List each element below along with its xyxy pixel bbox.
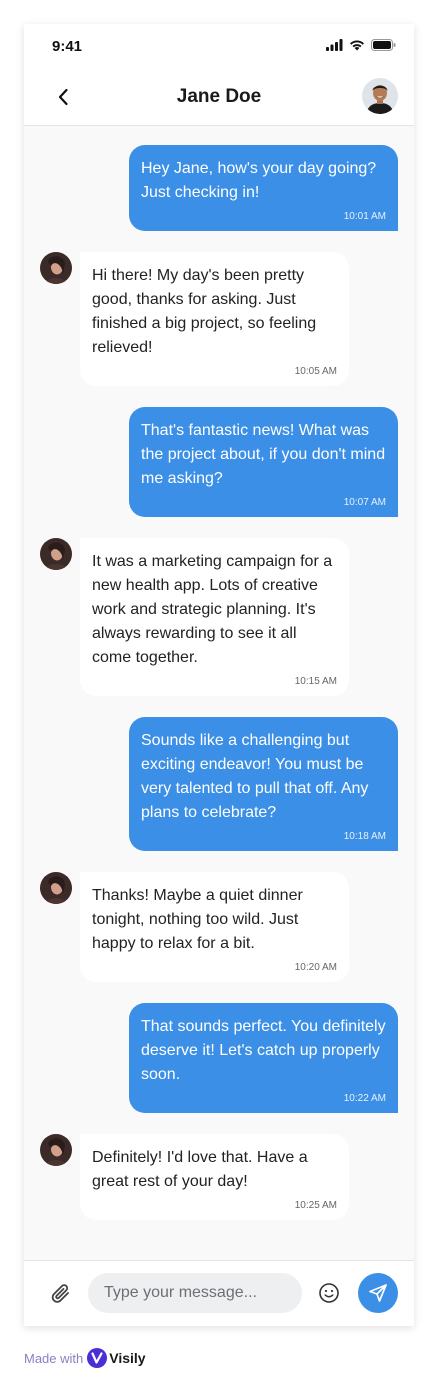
message-time: 10:20 AM: [294, 962, 337, 973]
avatar-photo: [362, 78, 398, 114]
visily-brand: Visily: [109, 1350, 146, 1366]
jane-avatar: [40, 1134, 72, 1166]
smiley-icon: [319, 1283, 339, 1303]
message-text: It was a marketing campaign for a new he…: [92, 553, 337, 666]
message-sent: That sounds perfect. You definitely dese…: [129, 1003, 398, 1113]
message-time: 10:01 AM: [343, 211, 386, 222]
wifi-icon: [350, 40, 364, 51]
paperclip-icon: [51, 1284, 69, 1303]
avatar-photo: [40, 1134, 72, 1166]
composer-bar: [24, 1260, 414, 1326]
avatar-photo: [40, 538, 72, 570]
message-text: Definitely! I'd love that. Have a great …: [92, 1149, 313, 1190]
message-received: Thanks! Maybe a quiet dinner tonight, no…: [80, 872, 349, 982]
avatar-photo: [40, 872, 72, 904]
message-sent: Hey Jane, how's your day going? Just che…: [129, 145, 398, 231]
chat-header: Jane Doe: [24, 70, 414, 126]
made-with-footer[interactable]: Made with Visily: [24, 1348, 146, 1368]
made-with-label: Made with: [24, 1350, 84, 1366]
message-received: Definitely! I'd love that. Have a great …: [80, 1134, 349, 1220]
message-received: It was a marketing campaign for a new he…: [80, 538, 349, 696]
contact-avatar[interactable]: [362, 78, 398, 114]
visily-logo-icon: [87, 1348, 108, 1368]
send-icon: [369, 1284, 387, 1302]
message-text: Thanks! Maybe a quiet dinner tonight, no…: [92, 887, 308, 952]
message-input[interactable]: [88, 1273, 302, 1313]
send-button[interactable]: [358, 1273, 398, 1313]
message-text: Sounds like a challenging but exciting e…: [141, 732, 373, 821]
message-time: 10:15 AM: [294, 676, 337, 687]
message-time: 10:18 AM: [343, 831, 386, 842]
message-text: That sounds perfect. You definitely dese…: [141, 1018, 391, 1083]
message-text: Hey Jane, how's your day going? Just che…: [141, 160, 381, 201]
message-time: 10:05 AM: [294, 366, 337, 377]
jane-avatar: [40, 872, 72, 904]
battery-icon: [371, 39, 396, 51]
message-time: 10:22 AM: [343, 1093, 386, 1104]
status-icons: [326, 39, 396, 51]
signal-icon: [326, 39, 343, 51]
message-list[interactable]: Hey Jane, how's your day going? Just che…: [24, 126, 414, 1260]
message-sent: That's fantastic news! What was the proj…: [129, 407, 398, 517]
message-text: Hi there! My day's been pretty good, tha…: [92, 267, 321, 356]
message-text: That's fantastic news! What was the proj…: [141, 422, 390, 487]
jane-avatar: [40, 538, 72, 570]
avatar-photo: [40, 252, 72, 284]
jane-avatar: [40, 252, 72, 284]
message-time: 10:07 AM: [343, 497, 386, 508]
phone-frame: 9:41 Jane Doe Hey Jane, how's your day g…: [24, 24, 414, 1326]
emoji-button[interactable]: [318, 1282, 340, 1304]
status-bar: 9:41: [24, 24, 414, 70]
visily-logo: Visily: [87, 1348, 146, 1368]
attach-button[interactable]: [50, 1282, 72, 1306]
page-title: Jane Doe: [176, 86, 262, 107]
message-time: 10:25 AM: [294, 1200, 337, 1211]
message-received: Hi there! My day's been pretty good, tha…: [80, 252, 349, 386]
status-time: 9:41: [52, 38, 83, 55]
message-sent: Sounds like a challenging but exciting e…: [129, 717, 398, 851]
